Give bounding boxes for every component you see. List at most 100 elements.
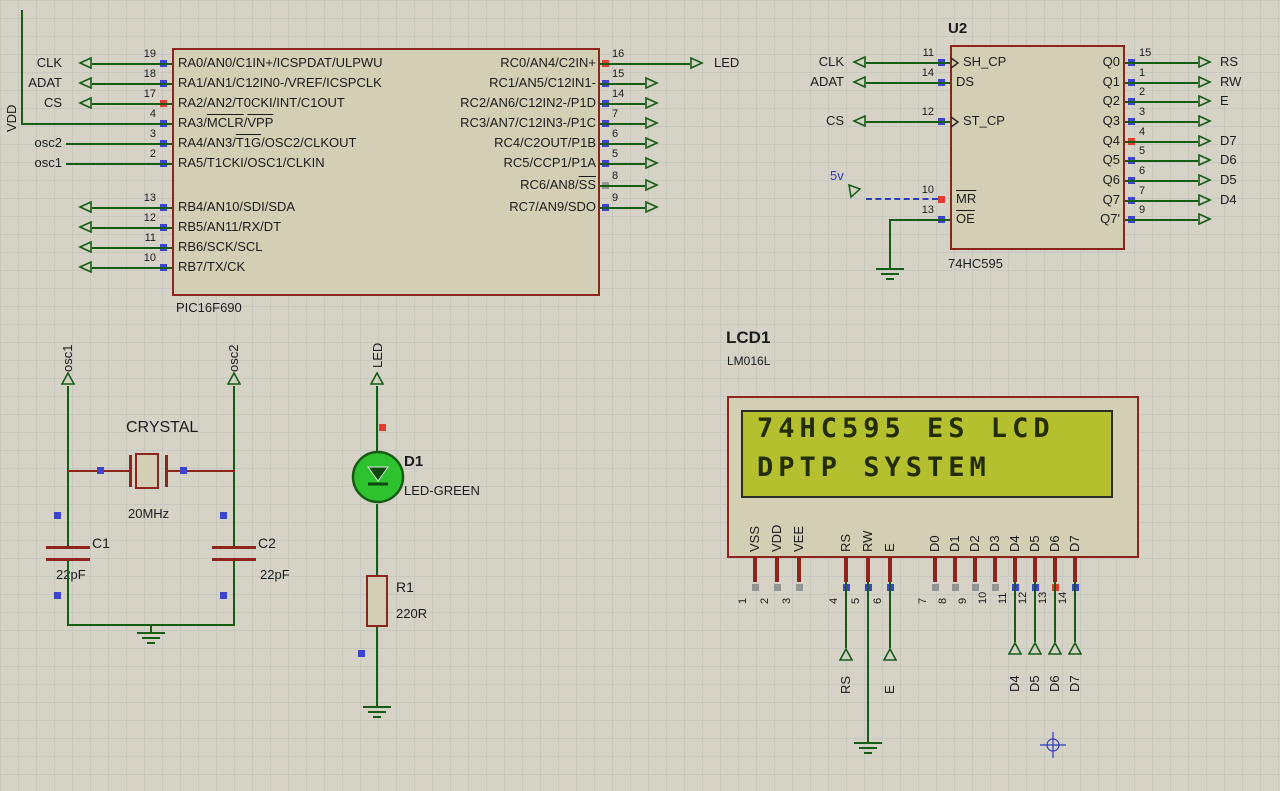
ground-symbol[interactable]: [875, 268, 905, 284]
wire[interactable]: [233, 386, 235, 547]
terminal-arrow[interactable]: [78, 220, 92, 234]
terminal-d5[interactable]: [1198, 173, 1212, 187]
lcd-pin[interactable]: [993, 558, 997, 582]
terminal-adat[interactable]: [78, 76, 92, 90]
wire[interactable]: [1125, 141, 1198, 143]
wire[interactable]: [92, 103, 172, 105]
wire[interactable]: [1125, 180, 1198, 182]
wire[interactable]: [92, 247, 172, 249]
terminal-rw[interactable]: [1198, 75, 1212, 89]
terminal-arrow[interactable]: [1198, 212, 1212, 226]
terminal-arrow[interactable]: [78, 200, 92, 214]
terminal-adat[interactable]: [852, 75, 866, 89]
wire[interactable]: [600, 123, 645, 125]
lcd-pin[interactable]: [953, 558, 957, 582]
terminal-rs[interactable]: [1198, 55, 1212, 69]
wire[interactable]: [1125, 200, 1198, 202]
terminal-clk[interactable]: [78, 56, 92, 70]
ground-symbol[interactable]: [136, 632, 166, 648]
wire[interactable]: [867, 582, 869, 736]
wire[interactable]: [66, 143, 172, 145]
wire[interactable]: [376, 386, 378, 452]
wire[interactable]: [600, 83, 645, 85]
wire[interactable]: [21, 123, 172, 125]
terminal-e[interactable]: [1198, 94, 1212, 108]
crystal-body[interactable]: [135, 453, 159, 489]
wire[interactable]: [600, 185, 645, 187]
terminal-led-top[interactable]: [369, 371, 385, 386]
terminal-d4[interactable]: [1007, 641, 1023, 656]
wire[interactable]: [600, 143, 645, 145]
terminal-arrow[interactable]: [1198, 114, 1212, 128]
terminal-arrow[interactable]: [645, 116, 659, 130]
wire[interactable]: [866, 62, 950, 64]
terminal-d4[interactable]: [1198, 193, 1212, 207]
terminal-d5[interactable]: [1027, 641, 1043, 656]
terminal-led[interactable]: [690, 56, 704, 70]
wire[interactable]: [21, 10, 23, 123]
terminal-cs[interactable]: [852, 114, 866, 128]
terminal-osc1[interactable]: [60, 371, 76, 386]
wire[interactable]: [1054, 582, 1056, 642]
terminal-d6[interactable]: [1047, 641, 1063, 656]
ground-symbol[interactable]: [362, 706, 392, 722]
wire[interactable]: [92, 207, 172, 209]
terminal-osc2[interactable]: [226, 371, 242, 386]
lcd-pin[interactable]: [1073, 558, 1077, 582]
wire[interactable]: [1125, 82, 1198, 84]
lcd-pin[interactable]: [775, 558, 779, 582]
lcd-pin[interactable]: [866, 558, 870, 582]
terminal-arrow[interactable]: [645, 96, 659, 110]
terminal-d7[interactable]: [1198, 134, 1212, 148]
lcd-pin[interactable]: [1013, 558, 1017, 582]
terminal-arrow[interactable]: [645, 156, 659, 170]
wire[interactable]: [92, 227, 172, 229]
terminal-arrow[interactable]: [645, 136, 659, 150]
wire[interactable]: [1125, 219, 1198, 221]
schematic-canvas[interactable]: PIC16F690 U2 74HC595 LCD1 LM016L 74HC595…: [0, 0, 1280, 791]
wire[interactable]: [1014, 582, 1016, 642]
wire[interactable]: [890, 219, 950, 221]
terminal-arrow[interactable]: [645, 76, 659, 90]
terminal-e[interactable]: [882, 647, 898, 662]
wire[interactable]: [1034, 582, 1036, 642]
wire[interactable]: [600, 103, 645, 105]
wire[interactable]: [67, 561, 69, 625]
terminal-rs[interactable]: [838, 647, 854, 662]
terminal-clk[interactable]: [852, 55, 866, 69]
wire[interactable]: [866, 121, 950, 123]
wire[interactable]: [1125, 62, 1198, 64]
power-wire-5v[interactable]: [866, 198, 938, 200]
lcd-pin[interactable]: [753, 558, 757, 582]
led-d1[interactable]: [351, 450, 405, 504]
lcd-pin[interactable]: [797, 558, 801, 582]
wire[interactable]: [92, 267, 172, 269]
wire[interactable]: [233, 561, 235, 625]
wire[interactable]: [92, 63, 172, 65]
terminal-arrow[interactable]: [645, 200, 659, 214]
lcd-pin[interactable]: [933, 558, 937, 582]
lcd-pin[interactable]: [973, 558, 977, 582]
ground-symbol[interactable]: [853, 742, 883, 758]
lcd-pin[interactable]: [844, 558, 848, 582]
lcd-pin[interactable]: [1033, 558, 1037, 582]
wire[interactable]: [1125, 121, 1198, 123]
wire[interactable]: [600, 207, 645, 209]
wire[interactable]: [600, 63, 690, 65]
wire[interactable]: [889, 219, 891, 262]
wire[interactable]: [66, 163, 172, 165]
lcd-pin[interactable]: [1053, 558, 1057, 582]
wire[interactable]: [1125, 101, 1198, 103]
wire[interactable]: [1125, 160, 1198, 162]
terminal-arrow[interactable]: [78, 240, 92, 254]
terminal-cs[interactable]: [78, 96, 92, 110]
wire[interactable]: [845, 582, 847, 648]
power-terminal-5v[interactable]: [846, 183, 862, 199]
terminal-d7[interactable]: [1067, 641, 1083, 656]
wire[interactable]: [866, 82, 950, 84]
wire[interactable]: [889, 582, 891, 648]
terminal-arrow[interactable]: [645, 178, 659, 192]
wire[interactable]: [92, 83, 172, 85]
wire[interactable]: [600, 163, 645, 165]
wire[interactable]: [376, 504, 378, 575]
